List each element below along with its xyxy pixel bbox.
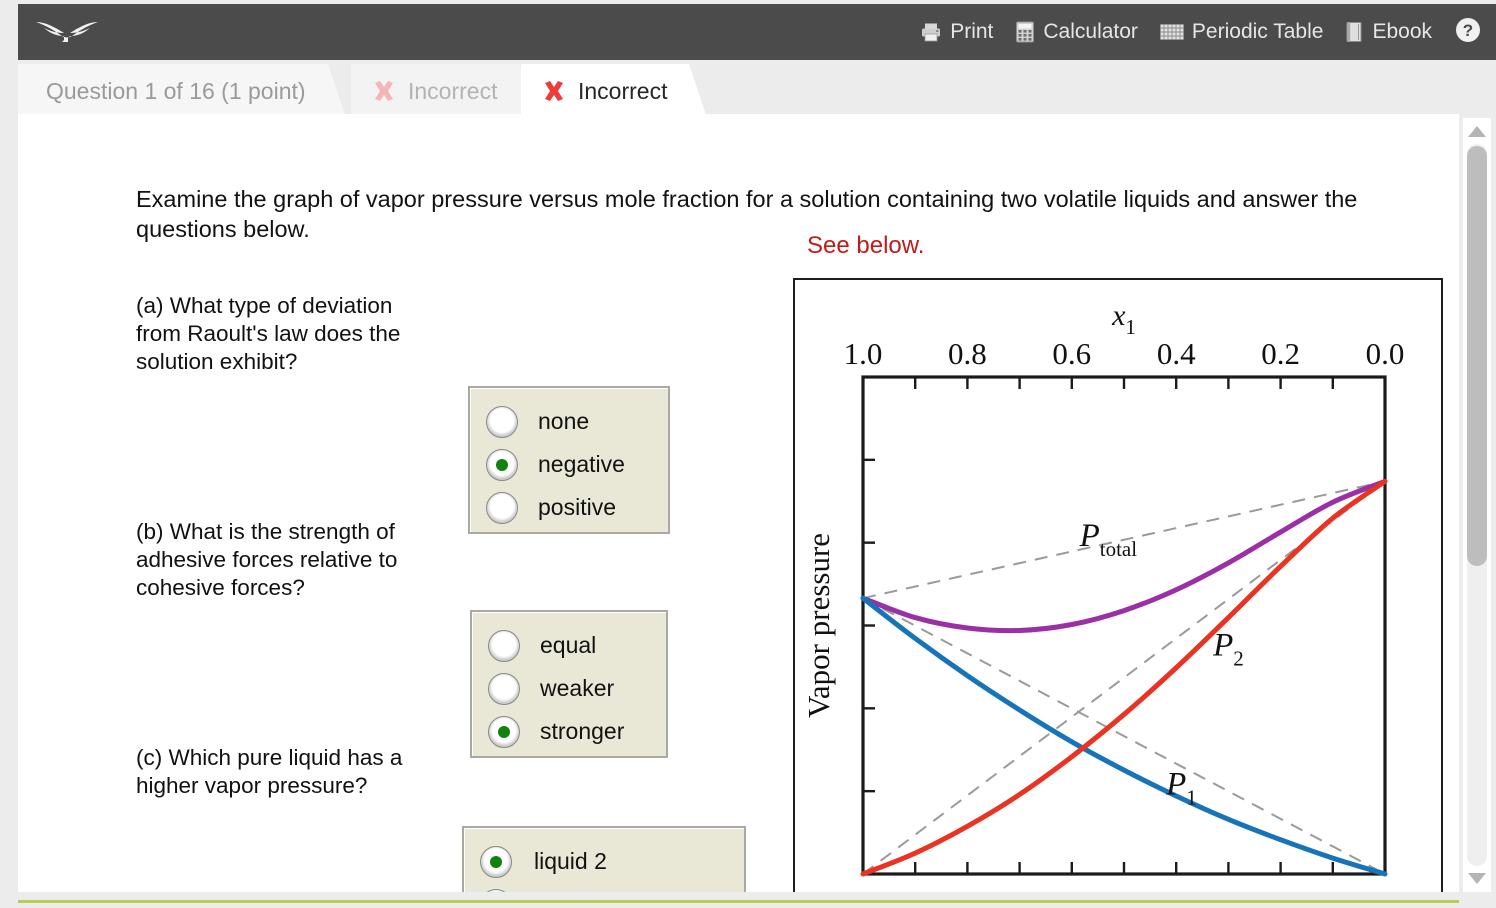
radio-icon[interactable]: [488, 629, 520, 662]
x-tick-label-top: 0.2: [1261, 336, 1300, 371]
x-tick-label-top: 0.4: [1157, 336, 1196, 371]
x-tick-label-top: 0.0: [1366, 336, 1405, 371]
option-c-liquid-2[interactable]: liquid 2: [480, 840, 726, 883]
question-c-options: liquid 2 liquid 1 neither (equal): [462, 826, 746, 892]
scroll-down-arrow-icon[interactable]: [1468, 873, 1486, 884]
book-icon: [1345, 21, 1364, 43]
calculator-icon: [1015, 21, 1035, 43]
periodic-table-icon: [1160, 22, 1184, 42]
gull-logo-icon: [34, 14, 100, 52]
option-label: liquid 1: [534, 891, 607, 892]
tab-result-previous-label: Incorrect: [408, 77, 498, 104]
calculator-label: Calculator: [1043, 20, 1138, 43]
x-tick-label: 0.6: [1157, 884, 1196, 892]
option-b-equal[interactable]: equal: [488, 624, 648, 667]
x-tick-label: 0.8: [1261, 884, 1300, 892]
x-tick-label: 1.0: [1366, 884, 1405, 892]
question-counter-label: Question 1 of 16 (1 point): [46, 77, 306, 104]
app-header-bar: Print Calculator Periodic Table Ebook ?: [18, 4, 1496, 60]
ebook-label: Ebook: [1372, 20, 1432, 43]
x-tick-label-top: 1.0: [844, 336, 883, 371]
option-b-weaker[interactable]: weaker: [488, 667, 648, 710]
footer-accent-line: [18, 900, 1459, 903]
question-a-text: (a) What type of deviation from Raoult's…: [136, 293, 401, 374]
question-b-text: (b) What is the strength of adhesive for…: [136, 519, 398, 600]
radio-icon-selected[interactable]: [486, 448, 518, 481]
x-tick-label: 0.4: [1052, 884, 1091, 892]
radio-icon[interactable]: [480, 888, 512, 892]
scrollbar-thumb[interactable]: [1467, 146, 1487, 566]
left-gutter: [0, 0, 18, 908]
x-mark-icon: [371, 78, 397, 104]
ebook-button[interactable]: Ebook: [1345, 20, 1432, 44]
option-label: negative: [538, 451, 625, 477]
top-axis-title: x1: [1111, 299, 1136, 339]
annotation-Ptotal: Ptotal: [1079, 518, 1138, 561]
tab-result-previous[interactable]: Incorrect: [351, 64, 539, 118]
option-label: none: [538, 408, 590, 434]
x-mark-icon: [541, 78, 567, 104]
tab-question-counter[interactable]: Question 1 of 16 (1 point): [18, 64, 346, 118]
scroll-up-arrow-icon[interactable]: [1468, 126, 1486, 137]
vapor-pressure-chart: 0.00.20.40.60.81.01.00.80.60.40.20.0x1x2…: [801, 299, 1405, 892]
radio-icon-selected[interactable]: [488, 715, 520, 748]
printer-icon: [920, 21, 942, 43]
option-label: positive: [538, 494, 616, 520]
annotation-P1: P1: [1165, 766, 1197, 809]
print-button[interactable]: Print: [920, 20, 993, 44]
option-b-stronger[interactable]: stronger: [488, 710, 648, 753]
option-a-none[interactable]: none: [486, 400, 650, 443]
x-tick-label-top: 0.6: [1052, 336, 1091, 371]
periodic-table-label: Periodic Table: [1191, 20, 1324, 43]
x-tick-label: 0.0: [844, 884, 883, 892]
x-tick-label-top: 0.8: [948, 336, 987, 371]
annotation-P2: P2: [1212, 627, 1244, 670]
vapor-pressure-figure: 0.00.20.40.60.81.01.00.80.60.40.20.0x1x2…: [793, 278, 1443, 892]
print-label: Print: [950, 20, 994, 43]
vertical-scrollbar[interactable]: [1463, 118, 1491, 892]
svg-text:?: ?: [1463, 21, 1473, 40]
calculator-button[interactable]: Calculator: [1015, 20, 1138, 44]
option-label: weaker: [540, 675, 615, 701]
option-c-liquid-1[interactable]: liquid 1: [480, 883, 726, 892]
option-label: stronger: [540, 718, 625, 744]
radio-icon[interactable]: [486, 405, 518, 438]
header-toolbar: Print Calculator Periodic Table Ebook ?: [920, 4, 1482, 60]
question-tab-strip: Question 1 of 16 (1 point) Incorrect Inc…: [18, 60, 1496, 118]
option-label: liquid 2: [534, 848, 607, 874]
tab-result-current[interactable]: Incorrect: [521, 64, 709, 118]
quiz-app-window: Print Calculator Periodic Table Ebook ? …: [0, 0, 1496, 908]
radio-icon[interactable]: [486, 491, 518, 524]
option-a-positive[interactable]: positive: [486, 486, 650, 529]
question-content-panel: Examine the graph of vapor pressure vers…: [18, 114, 1459, 892]
feedback-text: See below.: [807, 232, 925, 259]
question-c-text: (c) Which pure liquid has a higher vapor…: [136, 745, 403, 798]
tab-result-current-label: Incorrect: [578, 77, 668, 104]
y-axis-title: Vapor pressure: [801, 533, 836, 718]
option-a-negative[interactable]: negative: [486, 443, 650, 486]
radio-icon[interactable]: [488, 672, 520, 705]
help-circle-icon: ?: [1454, 16, 1482, 49]
x-tick-label: 0.2: [948, 884, 987, 892]
radio-icon-selected[interactable]: [480, 845, 512, 878]
question-b-options: equal weaker stronger: [470, 610, 668, 758]
question-a-options: none negative positive: [468, 386, 670, 534]
help-button[interactable]: ?: [1454, 16, 1482, 49]
question-stem: Examine the graph of vapor pressure vers…: [136, 186, 1358, 243]
periodic-table-button[interactable]: Periodic Table: [1160, 20, 1324, 44]
option-label: equal: [540, 632, 597, 658]
series-ideal_P_1: [862, 597, 1386, 875]
